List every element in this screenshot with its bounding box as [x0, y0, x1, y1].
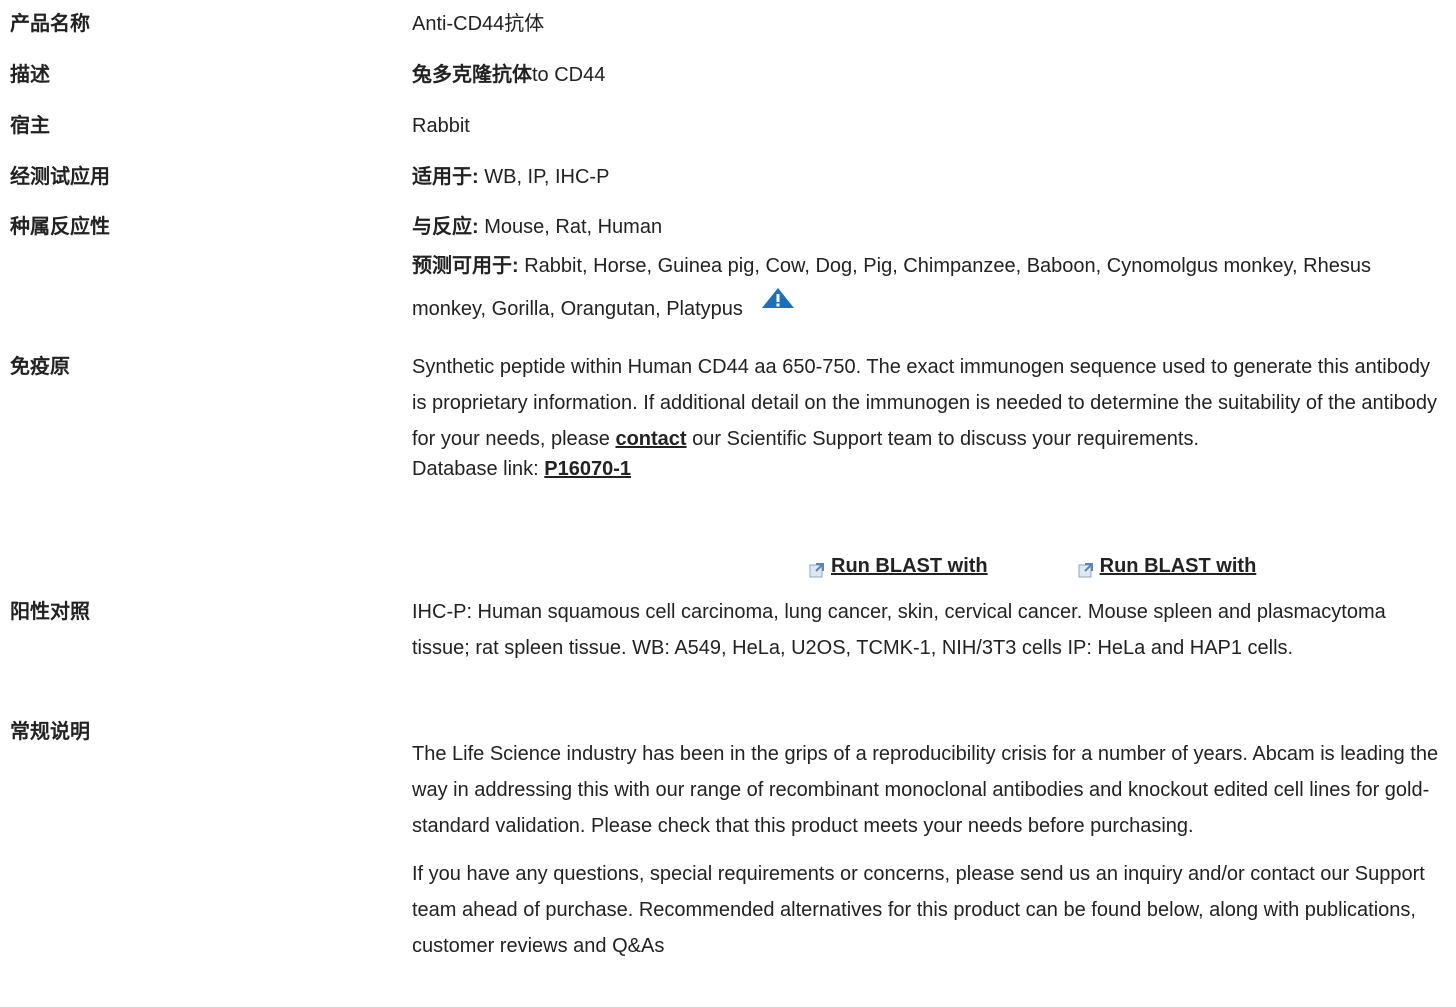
- warning-triangle-icon[interactable]: [761, 282, 795, 325]
- reacts-prefix: 与反应:: [412, 216, 479, 238]
- row-host: 宿主 Rabbit: [0, 108, 1452, 144]
- value-species: 与反应: Mouse, Rat, Human 预测可用于: Rabbit, Ho…: [412, 209, 1452, 331]
- blast-link-1[interactable]: Run BLAST with: [809, 548, 988, 584]
- database-link-line: Database link: P16070-1: [412, 457, 1448, 481]
- description-bold: 兔多克隆抗体: [412, 64, 532, 86]
- immunogen-text: Synthetic peptide within Human CD44 aa 6…: [412, 349, 1448, 457]
- predicted-value: Rabbit, Horse, Guinea pig, Cow, Dog, Pig…: [412, 255, 1371, 320]
- label-product-name: 产品名称: [10, 13, 90, 35]
- blast-link-1-label[interactable]: Run BLAST with: [831, 548, 988, 584]
- external-link-icon: [809, 554, 825, 578]
- row-product-name: 产品名称 Anti-CD44抗体: [0, 6, 1452, 42]
- value-description: 兔多克隆抗体to CD44: [412, 57, 1452, 93]
- contact-link[interactable]: contact: [615, 428, 686, 450]
- predicted-prefix: 预测可用于:: [412, 255, 519, 277]
- label-host: 宿主: [10, 115, 50, 137]
- species-reacts: 与反应: Mouse, Rat, Human: [412, 209, 1452, 245]
- row-general-notes: 常规说明 The Life Science industry has been …: [0, 714, 1452, 964]
- label-positive-control: 阳性对照: [10, 601, 90, 623]
- value-positive-control: IHC-P: Human squamous cell carcinoma, lu…: [412, 601, 1386, 659]
- external-link-icon: [1078, 554, 1094, 578]
- value-general-notes: The Life Science industry has been in th…: [412, 714, 1452, 964]
- row-species: 种属反应性 与反应: Mouse, Rat, Human 预测可用于: Rabb…: [0, 209, 1452, 331]
- description-rest: to CD44: [532, 64, 606, 86]
- blast-links: Run BLAST with Run BLAST with: [809, 548, 1256, 584]
- blast-link-2[interactable]: Run BLAST with: [1078, 548, 1257, 584]
- label-applications: 经测试应用: [10, 166, 110, 188]
- immunogen-text-after: our Scientific Support team to discuss y…: [686, 428, 1200, 450]
- label-general-notes: 常规说明: [10, 721, 90, 743]
- species-predicted: 预测可用于: Rabbit, Horse, Guinea pig, Cow, D…: [412, 245, 1402, 331]
- blast-link-2-label[interactable]: Run BLAST with: [1100, 548, 1257, 584]
- label-immunogen: 免疫原: [10, 356, 70, 378]
- database-link[interactable]: P16070-1: [544, 458, 631, 480]
- applications-prefix: 适用于:: [412, 166, 479, 188]
- label-species: 种属反应性: [10, 216, 110, 238]
- general-notes-para-2: If you have any questions, special requi…: [412, 863, 1425, 957]
- value-immunogen: Synthetic peptide within Human CD44 aa 6…: [412, 349, 1448, 481]
- row-positive-control: 阳性对照 IHC-P: Human squamous cell carcinom…: [0, 594, 1412, 666]
- value-host: Rabbit: [412, 115, 470, 137]
- value-applications: 适用于: WB, IP, IHC-P: [412, 159, 1452, 195]
- reacts-value: Mouse, Rat, Human: [478, 216, 663, 238]
- general-notes-para-1: The Life Science industry has been in th…: [412, 743, 1439, 837]
- applications-value: WB, IP, IHC-P: [478, 166, 610, 188]
- row-immunogen: 免疫原 Synthetic peptide within Human CD44 …: [0, 349, 1448, 481]
- row-description: 描述 兔多克隆抗体to CD44: [0, 57, 1452, 93]
- label-description: 描述: [10, 64, 50, 86]
- value-product-name: Anti-CD44抗体: [412, 13, 545, 35]
- db-prefix: Database link:: [412, 458, 545, 480]
- row-applications: 经测试应用 适用于: WB, IP, IHC-P: [0, 159, 1452, 195]
